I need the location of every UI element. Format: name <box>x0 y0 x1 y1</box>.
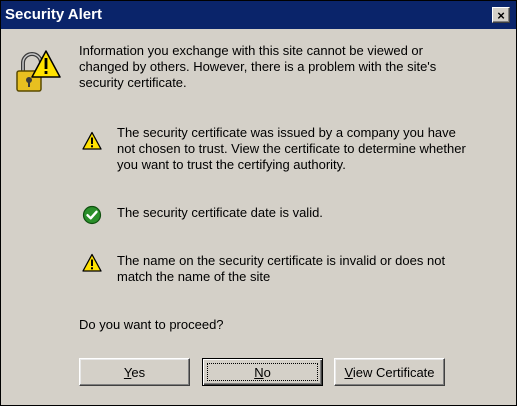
issue-1-line-1: The security certificate was issued by a… <box>117 125 456 140</box>
security-alert-dialog: Security Alert × Information you exchang… <box>0 0 517 406</box>
yes-button-label: Yes <box>123 364 146 380</box>
intro-line-2: changed by others. However, there is a p… <box>79 59 437 74</box>
proceed-question: Do you want to proceed? <box>79 317 224 332</box>
issue-1-line-2: not chosen to trust. View the certificat… <box>117 141 466 156</box>
issue-2-line-1: The security certificate date is valid. <box>117 205 323 220</box>
title-bar[interactable]: Security Alert × <box>1 1 516 29</box>
yes-button[interactable]: Yes <box>79 358 190 386</box>
no-button-label: No <box>254 364 271 380</box>
intro-line-1: Information you exchange with this site … <box>79 43 423 58</box>
intro-line-3: security certificate. <box>79 75 187 90</box>
view-certificate-button[interactable]: View Certificate <box>334 358 445 386</box>
close-button[interactable]: × <box>492 7 510 23</box>
no-button[interactable]: No <box>202 358 323 386</box>
issue-1-line-3: you want to trust the certifying authori… <box>117 157 346 172</box>
check-icon <box>82 205 102 225</box>
security-lock-icon <box>16 50 61 92</box>
warning-icon <box>82 253 102 272</box>
issue-3-line-2: match the name of the site <box>117 269 271 284</box>
warning-icon <box>82 131 102 150</box>
close-icon: × <box>497 7 505 23</box>
view-certificate-button-label: View Certificate <box>344 364 435 380</box>
window-title: Security Alert <box>5 6 102 23</box>
issue-3-line-1: The name on the security certificate is … <box>117 253 446 268</box>
